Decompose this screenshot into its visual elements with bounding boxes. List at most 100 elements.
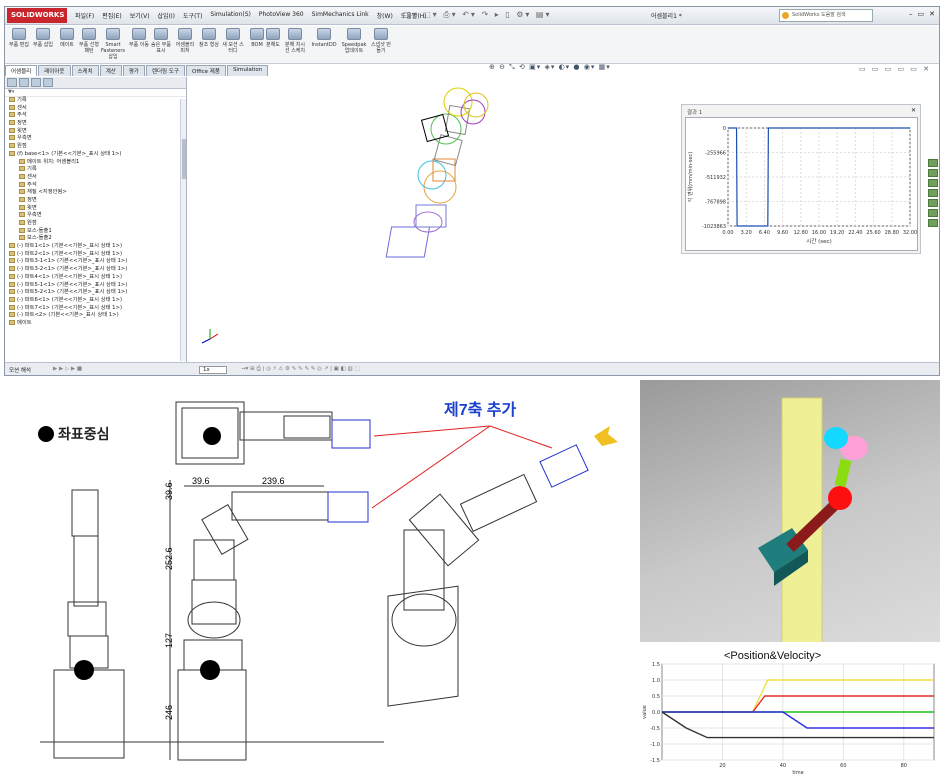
tree-item[interactable]: 윗면 <box>5 127 186 136</box>
tree-item[interactable]: (-) 파트3-2<1> (기본<<기본>_표시 상태 1>) <box>5 266 186 274</box>
cmd-insert-component[interactable]: 부품 삽입 <box>31 28 55 48</box>
tab-assembly[interactable]: 어셈블리 <box>5 65 38 76</box>
feature-icon <box>19 204 25 210</box>
design-library-icon[interactable] <box>928 169 938 177</box>
close-icon[interactable]: ✕ <box>929 10 935 18</box>
quick-access-toolbar[interactable]: □▾ ⬚▾ ⎙▾ ↶▾ ↷ ▸ ▯ ⚙▾ ▤▾ <box>403 10 613 22</box>
centroid-legend: 좌표중심 <box>38 424 110 444</box>
close-icon[interactable]: ✕ <box>911 107 916 114</box>
tree-scrollbar[interactable] <box>180 99 186 361</box>
motion-timeline-bar: 모션 해석 ▶ ▶ ▷ ▶ ■ 1x →▾ ⊞ ⎙ | ◎ ⚡ ⚠ ⚙ ✎ ✎ … <box>5 362 939 375</box>
cmd-explode-line-sketch[interactable]: 분해 지시선 스케치 <box>283 28 307 54</box>
tab-evaluate[interactable]: 계산 <box>99 65 122 76</box>
x-axis-label: 시간 (sec) <box>806 237 831 245</box>
x-tick-label: 60 <box>840 763 846 769</box>
menu-tools[interactable]: 도구(T) <box>183 11 202 20</box>
arrow-icon <box>594 426 618 446</box>
menu-file[interactable]: 파일(F) <box>75 11 94 20</box>
resources-icon[interactable] <box>928 159 938 167</box>
scroll-thumb[interactable] <box>182 139 186 179</box>
cmd-move-component[interactable]: 부품 이동 <box>127 28 151 48</box>
appearances-icon[interactable] <box>928 209 938 217</box>
tree-item[interactable]: 재질 <지정안됨> <box>5 189 186 197</box>
tree-item[interactable]: 주석 <box>5 112 186 120</box>
tree-filter[interactable]: ▼▾ <box>5 89 186 97</box>
menu-simulation[interactable]: Simulation(S) <box>210 11 250 20</box>
cmd-smart-fasteners[interactable]: Smart Fasteners 삽입 <box>101 28 125 60</box>
tree-item[interactable]: (-) 파트<2> (기본<<기본>_표시 상태 1>) <box>5 312 186 320</box>
view-palette-icon[interactable] <box>928 199 938 207</box>
tree-item[interactable]: 기록 <box>5 97 186 105</box>
menu-insert[interactable]: 삽입(I) <box>158 11 176 20</box>
tab-render-tools[interactable]: 렌더링 도구 <box>145 65 185 76</box>
config-tab-icon[interactable] <box>31 78 41 87</box>
appearance-tab-icon[interactable] <box>43 78 53 87</box>
tab-office[interactable]: Office 제품 <box>186 65 226 76</box>
menu-edit[interactable]: 편집(E) <box>102 11 122 20</box>
menu-window[interactable]: 창(W) <box>377 11 393 20</box>
tab-sketch[interactable]: 스케치 <box>71 65 99 76</box>
tab-simulation[interactable]: Simulation <box>226 65 269 76</box>
tree-item[interactable]: (f) base<1> (기본<<기본>_표시 상태 1>) <box>5 150 186 159</box>
x-tick-label: 40 <box>780 763 786 769</box>
cmd-take-snapshot[interactable]: 스냅샷 만들기 <box>369 28 393 54</box>
feature-icon <box>9 312 15 318</box>
menu-view[interactable]: 보기(V) <box>130 11 150 20</box>
tree-item[interactable]: 센서 <box>5 104 186 113</box>
tree-item[interactable]: (-) 파트4<1> (기본<<기본>_표시 상태 1>) <box>5 273 186 282</box>
cmd-speedpak[interactable]: Speedpak 업데이트 <box>339 28 369 54</box>
playback-speed-select[interactable]: 1x <box>199 366 227 374</box>
property-tab-icon[interactable] <box>19 78 29 87</box>
title-bar: SOLIDWORKS 파일(F) 편집(E) 보기(V) 삽입(I) 도구(T)… <box>5 7 939 25</box>
cmd-reference-geometry[interactable]: 참조 형상 <box>197 28 221 48</box>
tree-item[interactable]: 정면 <box>5 196 186 205</box>
feature-tree-tab-icon[interactable] <box>7 78 17 87</box>
motion-toolbar[interactable]: →▾ ⊞ ⎙ | ◎ ⚡ ⚠ ⚙ ✎ ✎ ✎ ✎ ◎ ↗ | ▣ ◧ ▥ ⬚ <box>241 366 360 373</box>
menu-photoview[interactable]: PhotoView 360 <box>259 11 304 20</box>
posvel-chart: 1.5 1.0 0.5 0.0 -0.5 -1.0 -1.5 20 40 60 80 time valu… <box>642 662 935 776</box>
cmd-mate[interactable]: 메이트 <box>55 28 79 48</box>
cmd-instant3d[interactable]: InstantDD <box>309 28 339 48</box>
menu-simmechanics[interactable]: SimMechanics Link <box>312 11 369 20</box>
dim-label: 39.6 <box>164 482 174 500</box>
cmd-edit-component[interactable]: 부품 편집 <box>7 28 31 48</box>
tree-item[interactable]: 우측면 <box>5 212 186 220</box>
cmd-show-hidden[interactable]: 숨은 부품 표시 <box>149 28 173 54</box>
y-tick-label: -1.5 <box>650 758 660 764</box>
robot-sim-render <box>758 397 868 647</box>
tree-item[interactable]: (-) 파트6<1> (기본<<기본>_표시 상태 1>) <box>5 296 186 305</box>
help-search-input[interactable]: SolidWorks 도움말 검색 <box>779 9 873 22</box>
y-tick-label: 0.5 <box>652 694 660 700</box>
feature-icon <box>9 112 15 118</box>
tree-item[interactable]: 우측면 <box>5 135 186 143</box>
tab-evaluate-2[interactable]: 평가 <box>122 65 145 76</box>
file-explorer-icon[interactable] <box>928 179 938 187</box>
window-controls: – ▭ ✕ <box>909 10 935 18</box>
tree-item[interactable]: 보스-돌출2 <box>5 235 186 243</box>
tab-layout[interactable]: 레이아웃 <box>38 65 71 76</box>
tree-item[interactable]: (-) 파트3-1<1> (기본<<기본>_표시 상태 1>) <box>5 258 186 266</box>
cmd-linear-pattern[interactable]: 부품 선형 패턴 <box>77 28 101 54</box>
custom-props-icon[interactable] <box>928 219 938 227</box>
feature-icon <box>19 158 25 164</box>
minimize-icon[interactable]: – <box>909 10 913 18</box>
cmd-new-motion-study[interactable]: 새 모션 스터디 <box>221 28 245 54</box>
cmd-assembly-features[interactable]: 어셈블리 피처 <box>173 28 197 54</box>
playback-controls[interactable]: ▶ ▶ ▷ ▶ ■ <box>53 366 82 372</box>
feature-icon <box>9 281 15 287</box>
tree-item[interactable]: 원점 <box>5 220 186 228</box>
heads-up-toolbar[interactable]: ⊕ ⊖ ⤡ ⟲ ▣▾ ◈▾ ◐▾ ● ◉▾ ▦▾ <box>489 63 611 72</box>
tree-item[interactable]: 센서 <box>5 173 186 182</box>
cmd-exploded-view[interactable]: 분해도 <box>261 28 285 48</box>
x-tick-label: 32.00 <box>903 230 917 236</box>
search-icon[interactable] <box>928 189 938 197</box>
tree-item[interactable]: (-) 파트1<1> (기본<<기본>_표시 상태 1>) <box>5 243 186 251</box>
tree-item[interactable]: 정면 <box>5 120 186 128</box>
tree-item[interactable]: 원점 <box>5 143 186 151</box>
tree-item[interactable]: (-) 파트5-2<1> (기본<<기본>_표시 상태 1>) <box>5 289 186 297</box>
viewport-controls[interactable]: ▭ ▭ ▭ ▭ ▭ ✕ <box>859 65 931 73</box>
tree-item[interactable]: 기록 <box>5 166 186 174</box>
restore-icon[interactable]: ▭ <box>918 10 925 18</box>
tree-item[interactable]: 메이트 <box>5 319 186 328</box>
results-window: 결과 1 ✕ 0.00 3.20 6.40 9.60 12.80 16.00 19.20 22… <box>681 104 921 254</box>
